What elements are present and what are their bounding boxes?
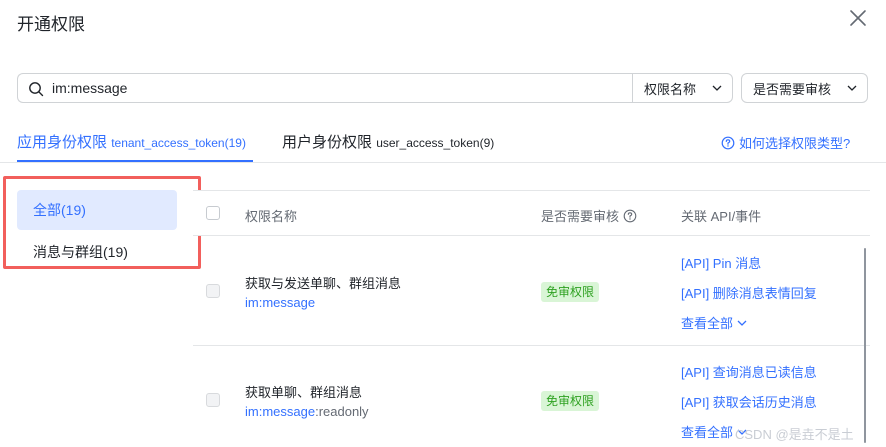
row-checkbox[interactable] xyxy=(206,284,220,298)
api-link[interactable]: [API] 删除消息表情回复 xyxy=(681,283,817,302)
permission-code: im:message:readonly xyxy=(245,404,369,419)
tab-user-label: 用户身份权限 xyxy=(282,134,373,151)
review-select[interactable]: 是否需要审核 xyxy=(741,73,868,103)
status-badge: 免审权限 xyxy=(541,282,600,302)
dialog-title: 开通权限 xyxy=(17,15,85,34)
help-link-label: 如何选择权限类型? xyxy=(739,136,851,151)
api-link[interactable]: [API] 查询消息已读信息 xyxy=(681,362,817,381)
view-all-label: 查看全部 xyxy=(681,316,734,331)
chevron-down-icon xyxy=(737,320,747,326)
search-icon xyxy=(29,82,44,97)
permission-name: 获取与发送单聊、群组消息 xyxy=(245,276,402,291)
header-review-label: 是否需要审核 xyxy=(541,209,620,224)
search-input[interactable] xyxy=(52,78,612,98)
highlight-box xyxy=(3,176,201,269)
field-select[interactable]: 权限名称 xyxy=(632,73,733,103)
scrollbar[interactable] xyxy=(864,248,866,443)
header-api: 关联 API/事件 xyxy=(681,209,762,224)
api-link[interactable]: [API] 获取会话历史消息 xyxy=(681,392,817,411)
watermark: CSDN @是垚不是土 xyxy=(735,427,854,442)
header-review: 是否需要审核 xyxy=(541,206,637,225)
select-all-checkbox[interactable] xyxy=(206,206,220,220)
chevron-down-icon xyxy=(712,85,722,91)
help-link[interactable]: 如何选择权限类型? xyxy=(721,133,850,152)
tab-tenant[interactable]: 应用身份权限 tenant_access_token(19) xyxy=(17,131,246,152)
header-name: 权限名称 xyxy=(245,209,298,224)
tab-tenant-label: 应用身份权限 xyxy=(17,134,108,151)
search-box[interactable] xyxy=(17,73,632,103)
help-icon xyxy=(721,136,735,149)
close-button[interactable] xyxy=(846,6,870,30)
tab-user-sub: user_access_token(9) xyxy=(376,136,495,150)
tab-tenant-sub: tenant_access_token(19) xyxy=(111,136,246,150)
view-all-label: 查看全部 xyxy=(681,425,734,440)
tabs-divider xyxy=(0,162,886,163)
help-icon[interactable] xyxy=(623,209,637,223)
view-all-link[interactable]: 查看全部 xyxy=(681,313,747,332)
chevron-down-icon xyxy=(847,85,857,91)
permission-code: im:message xyxy=(245,295,315,310)
row-divider xyxy=(193,345,870,346)
status-badge: 免审权限 xyxy=(541,391,600,411)
review-select-label: 是否需要审核 xyxy=(753,81,832,97)
permission-code-rest: :readonly xyxy=(315,404,369,419)
close-icon[interactable] xyxy=(846,6,870,30)
permission-name: 获取单聊、群组消息 xyxy=(245,385,363,400)
permission-code-match: im:message xyxy=(245,404,316,419)
row-checkbox[interactable] xyxy=(206,393,220,407)
field-select-label: 权限名称 xyxy=(644,81,697,97)
api-link[interactable]: [API] Pin 消息 xyxy=(681,253,761,272)
tab-user[interactable]: 用户身份权限 user_access_token(9) xyxy=(282,131,494,152)
active-tab-indicator xyxy=(17,160,253,162)
permission-code-match: im:message xyxy=(245,295,316,310)
